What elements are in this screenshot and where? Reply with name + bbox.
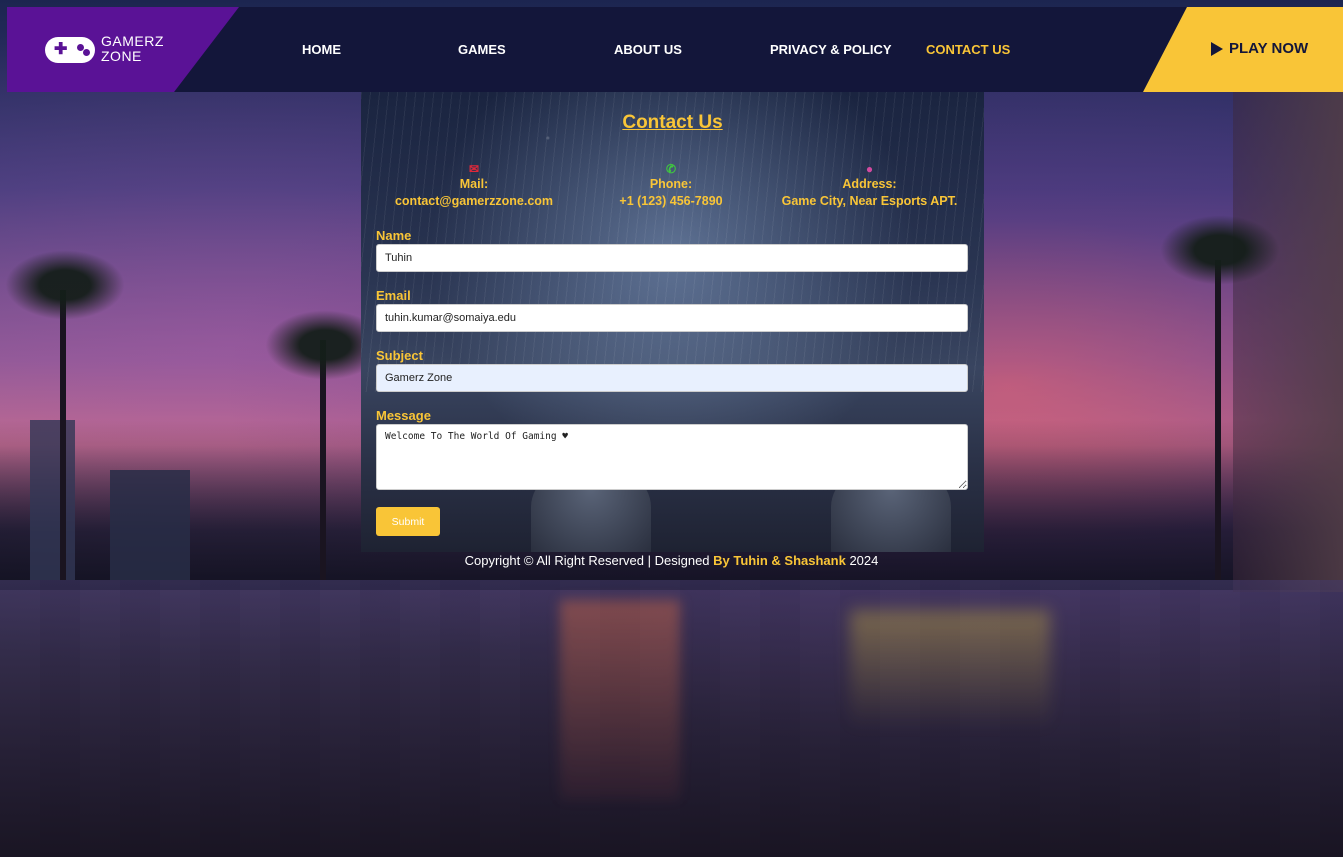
submit-button[interactable]: Submit [376, 507, 440, 536]
address-label: Address: [842, 177, 897, 191]
palm-crown [1160, 215, 1280, 285]
play-now-button[interactable]: PLAY NOW [1143, 7, 1343, 92]
play-now-label: PLAY NOW [1229, 40, 1309, 57]
address-value: Game City, Near Esports APT. [781, 194, 958, 208]
palm-trunk [1215, 260, 1221, 580]
nav-games[interactable]: GAMES [458, 42, 506, 57]
name-input[interactable] [376, 244, 968, 272]
designer-credit: By Tuhin & Shashank [713, 553, 846, 568]
info-address: ● Address: Game City, Near Esports APT. [777, 162, 962, 210]
mail-value: contact@gamerzzone.com [394, 194, 554, 208]
subject-input[interactable] [376, 364, 968, 392]
brand-name: GAMERZ ZONE [101, 34, 164, 64]
play-icon [1211, 42, 1223, 56]
phone-value: +1 (123) 456-7890 [619, 194, 723, 208]
message-label: Message [376, 408, 431, 423]
envelope-icon: ✉ [468, 162, 480, 176]
phone-label: Phone: [649, 177, 693, 191]
phone-icon: ✆ [665, 162, 677, 176]
contact-title: Contact Us [622, 112, 723, 133]
building [1233, 92, 1343, 592]
info-mail: ✉ Mail: contact@gamerzzone.com [389, 162, 559, 210]
gamepad-icon: ✚ [45, 37, 95, 63]
email-label: Email [376, 288, 411, 303]
nav-contact-us[interactable]: CONTACT US [926, 42, 1010, 57]
copyright-year: 2024 [845, 553, 879, 568]
palm-trunk [60, 290, 66, 580]
site-header: ✚ GAMERZ ZONE HOME GAMES ABOUT US PRIVAC… [7, 7, 1343, 92]
name-label: Name [376, 228, 412, 243]
info-phone: ✆ Phone: +1 (123) 456-7890 [606, 162, 736, 210]
email-input[interactable] [376, 304, 968, 332]
contact-panel: Contact Us ✉ Mail: contact@gamerzzone.co… [361, 92, 984, 552]
nav-home[interactable]: HOME [302, 42, 341, 57]
light-reflection [850, 610, 1050, 730]
copyright-footer: Copyright © All Right Reserved | Designe… [0, 553, 1343, 568]
nav-about-us[interactable]: ABOUT US [614, 42, 682, 57]
message-textarea[interactable]: Welcome To The World Of Gaming ♥ [376, 424, 968, 490]
mail-label: Mail: [459, 177, 489, 191]
subject-label: Subject [376, 348, 423, 363]
nav-privacy-policy[interactable]: PRIVACY & POLICY [770, 42, 892, 57]
copyright-text: Copyright © All Right Reserved | Designe… [464, 553, 714, 568]
brand-line1: GAMERZ [101, 33, 164, 49]
map-pin-icon: ● [865, 162, 874, 176]
brand-line2: ZONE [101, 48, 142, 64]
light-reflection [560, 600, 680, 800]
brand-logo[interactable]: ✚ GAMERZ ZONE [7, 7, 239, 92]
palm-crown [5, 250, 125, 320]
